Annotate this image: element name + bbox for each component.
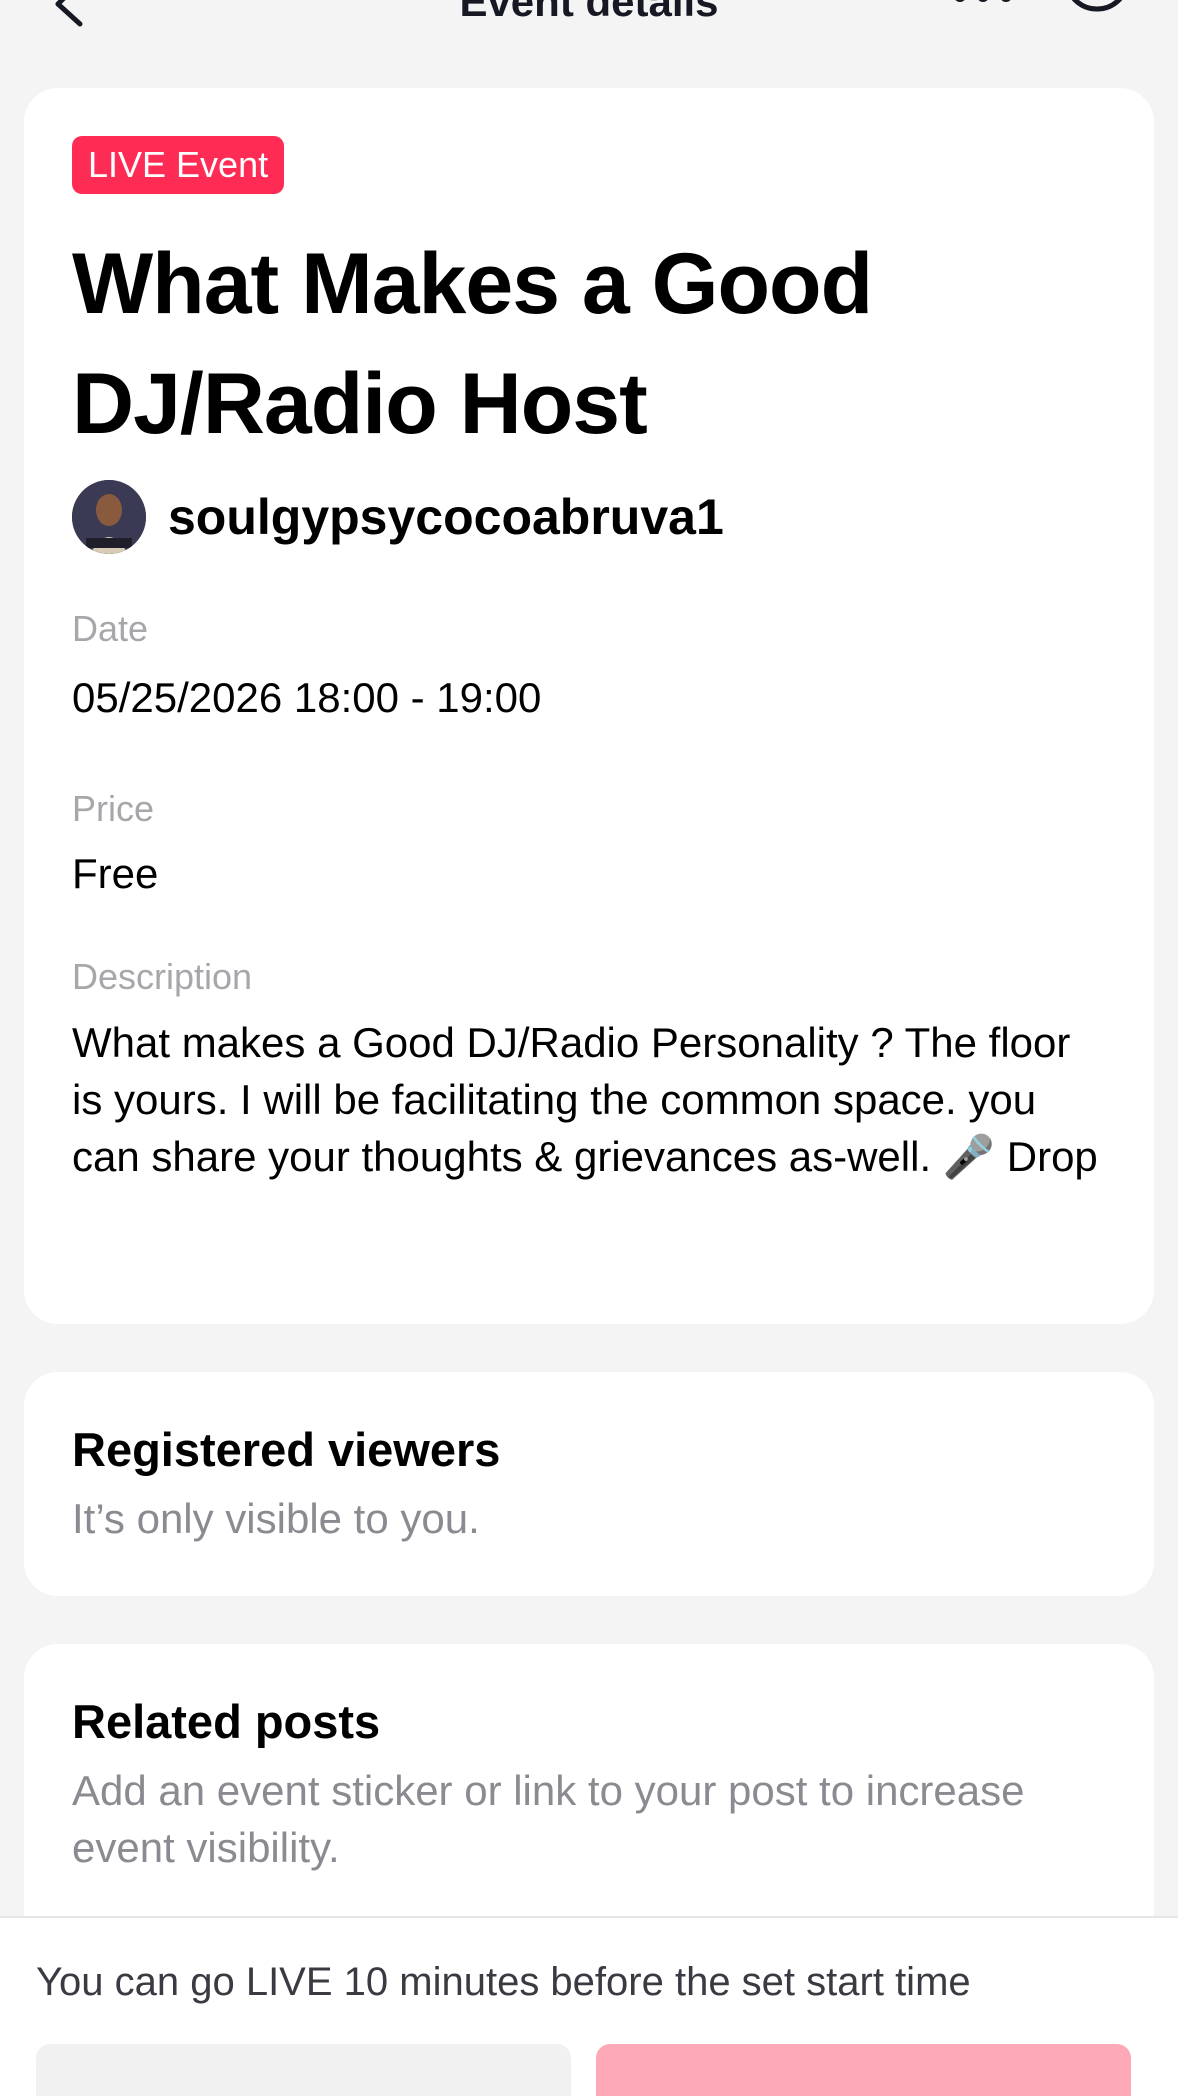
date-value: 05/25/2026 18:00 - 19:00 [72, 674, 542, 721]
registered-viewers-subtitle: It’s only visible to you. [72, 1495, 480, 1542]
help-circle-icon: ? [1071, 0, 1123, 12]
date-label: Date [72, 608, 149, 649]
description-text: What makes a Good DJ/Radio Personality ?… [72, 1019, 1098, 1180]
go-live-note: You can go LIVE 10 minutes before the se… [36, 1960, 971, 2004]
event-title: What Makes a Good DJ/Radio Host [72, 236, 873, 452]
price-label: Price [72, 788, 155, 829]
bottom-action-bar: You can go LIVE 10 minutes before the se… [0, 1916, 1178, 2096]
more-options-button[interactable] [950, 0, 1016, 8]
host-row[interactable]: soulgypsycocoabruva1 [72, 480, 724, 554]
related-posts-title: Related posts [72, 1695, 381, 1748]
host-username[interactable]: soulgypsycocoabruva1 [168, 488, 724, 546]
price-value: Free [72, 850, 159, 897]
event-info-card: LIVE Event What Makes a Good DJ/Radio Ho… [24, 88, 1154, 1324]
description-label: Description [72, 956, 253, 997]
svg-text:?: ? [1087, 0, 1108, 2]
go-live-button[interactable] [596, 2044, 1131, 2096]
related-posts-subtitle: Add an event sticker or link to your pos… [72, 1767, 1025, 1871]
more-dots-icon [955, 0, 1011, 2]
registered-viewers-card[interactable]: Registered viewers It’s only visible to … [24, 1372, 1154, 1596]
registered-viewers-title: Registered viewers [72, 1423, 501, 1476]
host-avatar-image [72, 480, 146, 554]
help-button[interactable]: ? [1060, 0, 1134, 30]
live-event-badge: LIVE Event [72, 136, 285, 194]
secondary-action-button[interactable] [36, 2044, 571, 2096]
event-details-screen: Event details ? LIVE Event What Makes a … [0, 0, 1178, 2096]
top-nav: Event details ? [0, 0, 1178, 70]
avatar[interactable] [72, 480, 146, 554]
